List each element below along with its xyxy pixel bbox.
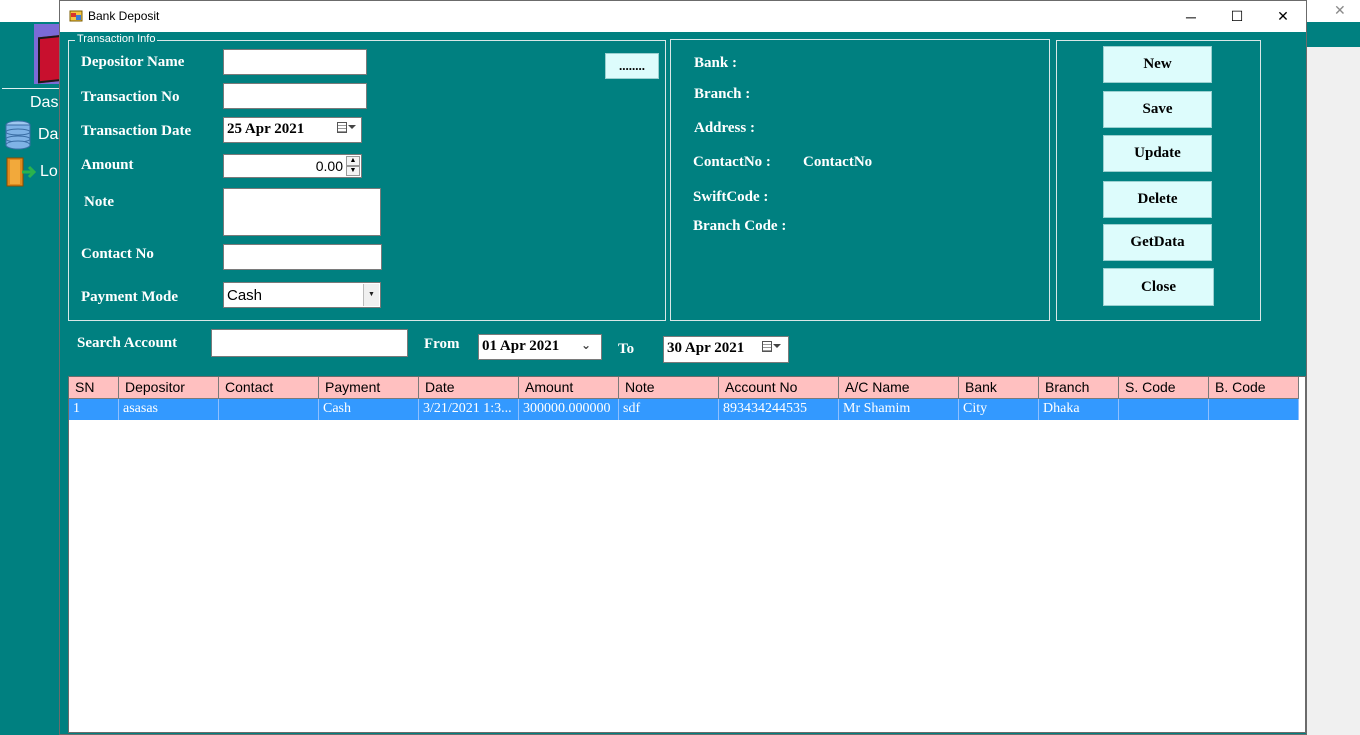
update-button[interactable]: Update (1103, 135, 1212, 172)
table-cell[interactable]: 300000.000000 (519, 399, 619, 420)
background-header-strip (1306, 22, 1360, 47)
table-cell[interactable]: Cash (319, 399, 419, 420)
table-cell[interactable]: City (959, 399, 1039, 420)
search-account-input[interactable] (211, 329, 408, 357)
spin-down-icon[interactable]: ▼ (346, 166, 360, 176)
amount-spinner[interactable]: 0.00 ▲ ▼ (223, 154, 362, 178)
sidebar-divider (2, 88, 60, 89)
table-cell[interactable]: sdf (619, 399, 719, 420)
calendar-icon[interactable] (337, 122, 347, 133)
table-cell[interactable]: 893434244535 (719, 399, 839, 420)
search-account-label: Search Account (77, 335, 178, 351)
depositor-name-input[interactable] (223, 49, 367, 75)
window-title: Bank Deposit (88, 9, 160, 23)
contact-no-label: Contact No (81, 246, 154, 262)
branch-code-label: Branch Code : (693, 218, 787, 234)
bank-lookup-button[interactable]: ........ (605, 53, 659, 79)
transaction-date-label: Transaction Date (81, 123, 192, 139)
calendar-icon[interactable] (762, 341, 772, 352)
table-cell[interactable] (219, 399, 319, 420)
amount-label: Amount (81, 157, 134, 173)
bank-info-group (670, 39, 1050, 321)
database-icon (5, 120, 31, 150)
table-cell[interactable]: asasas (119, 399, 219, 420)
transaction-no-label: Transaction No (81, 89, 180, 105)
transaction-no-input[interactable] (223, 83, 367, 109)
bank-deposit-dialog: Bank Deposit ─ ☐ ✕ Transaction Info Depo… (59, 0, 1307, 735)
column-header-note[interactable]: Note (619, 377, 719, 399)
getdata-button[interactable]: GetData (1103, 224, 1212, 261)
swiftcode-label: SwiftCode : (693, 189, 769, 205)
sidebar-item-data[interactable]: Da (38, 126, 58, 144)
column-header-date[interactable]: Date (419, 377, 519, 399)
table-cell[interactable] (1209, 399, 1299, 420)
from-date-value: 01 Apr 2021 (482, 338, 560, 354)
minimize-button[interactable]: ─ (1168, 1, 1214, 32)
column-header-contact[interactable]: Contact (219, 377, 319, 399)
sidebar-item-dashboard[interactable]: Das (30, 94, 58, 112)
payment-mode-label: Payment Mode (81, 289, 179, 305)
address-label: Address : (694, 120, 755, 136)
from-label: From (424, 336, 460, 352)
transaction-date-picker[interactable]: 25 Apr 2021 (223, 117, 362, 143)
to-label: To (618, 341, 635, 357)
contactno-label: ContactNo : (693, 154, 771, 170)
table-cell[interactable]: 1 (69, 399, 119, 420)
save-button[interactable]: Save (1103, 91, 1212, 128)
amount-value: 0.00 (315, 158, 343, 174)
payment-mode-select[interactable]: Cash ▼ (223, 282, 381, 308)
branch-label: Branch : (694, 86, 751, 102)
table-cell[interactable]: 3/21/2021 1:3... (419, 399, 519, 420)
column-header-a-c-name[interactable]: A/C Name (839, 377, 959, 399)
column-header-b-code[interactable]: B. Code (1209, 377, 1299, 399)
delete-button[interactable]: Delete (1103, 181, 1212, 218)
from-date-picker[interactable]: 01 Apr 2021 ⌄ (478, 334, 602, 360)
column-header-depositor[interactable]: Depositor (119, 377, 219, 399)
transaction-info-title: Transaction Info (75, 33, 158, 45)
note-label: Note (84, 194, 114, 210)
background-content-pane (1306, 47, 1360, 735)
transaction-info-group (68, 40, 666, 321)
chevron-down-icon[interactable]: ⌄ (581, 338, 591, 352)
column-header-bank[interactable]: Bank (959, 377, 1039, 399)
depositor-name-label: Depositor Name (81, 54, 185, 70)
logout-door-icon (6, 157, 36, 187)
table-cell[interactable] (1119, 399, 1209, 420)
contactno-value: ContactNo (803, 154, 873, 170)
dropdown-arrow-icon[interactable] (773, 344, 781, 348)
close-window-button[interactable]: ✕ (1260, 1, 1306, 32)
column-header-payment[interactable]: Payment (319, 377, 419, 399)
deposits-grid[interactable]: SN Depositor Contact Payment Date Amount Note A… (68, 376, 1306, 733)
table-cell[interactable]: Dhaka (1039, 399, 1119, 420)
to-date-value: 30 Apr 2021 (667, 340, 745, 356)
title-bar[interactable]: Bank Deposit ─ ☐ ✕ (60, 1, 1306, 32)
bank-label: Bank : (694, 55, 737, 71)
spin-up-icon[interactable]: ▲ (346, 156, 360, 166)
table-cell[interactable]: Mr Shamim (839, 399, 959, 420)
column-header-amount[interactable]: Amount (519, 377, 619, 399)
app-window-icon (69, 10, 83, 22)
payment-mode-value: Cash (227, 287, 263, 304)
to-date-picker[interactable]: 30 Apr 2021 (663, 336, 789, 363)
maximize-button[interactable]: ☐ (1214, 1, 1260, 32)
background-close-icon[interactable]: ✕ (1334, 2, 1346, 19)
new-button[interactable]: New (1103, 46, 1212, 83)
note-textarea[interactable] (223, 188, 381, 236)
transaction-date-value: 25 Apr 2021 (227, 121, 305, 137)
close-button[interactable]: Close (1103, 268, 1214, 306)
contact-no-input[interactable] (223, 244, 382, 270)
column-header-s-code[interactable]: S. Code (1119, 377, 1209, 399)
column-header-branch[interactable]: Branch (1039, 377, 1119, 399)
column-header-sn[interactable]: SN (69, 377, 119, 399)
chevron-down-icon[interactable]: ▼ (363, 284, 379, 306)
sidebar-item-logout[interactable]: Lo (40, 163, 58, 181)
column-header-account-no[interactable]: Account No (719, 377, 839, 399)
dropdown-arrow-icon[interactable] (348, 125, 356, 129)
